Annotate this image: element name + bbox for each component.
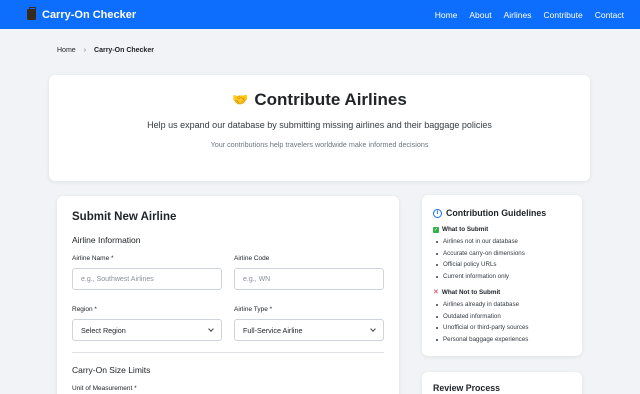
chevron-down-icon xyxy=(370,326,376,332)
airline-code-input[interactable]: e.g., WN xyxy=(234,268,384,290)
list-item: Accurate carry-on dimensions xyxy=(433,248,571,260)
luggage-icon xyxy=(27,7,36,20)
what-not-heading: ✕ What Not to Submit xyxy=(433,288,571,297)
cross-icon: ✕ xyxy=(433,288,439,296)
nav-link-contribute[interactable]: Contribute xyxy=(543,10,582,20)
list-item: Airlines not in our database xyxy=(433,236,571,248)
unit-label: Unit of Measurement * xyxy=(72,385,137,392)
check-icon: ✓ xyxy=(433,226,439,233)
region-label: Region * xyxy=(72,306,97,313)
airline-type-value: Full-Service Airline xyxy=(243,325,303,335)
region-select-value: Select Region xyxy=(81,325,126,335)
info-icon: i xyxy=(433,208,442,218)
hero-card: 🤝 Contribute Airlines Help us expand our… xyxy=(49,75,590,181)
form-title: Submit New Airline xyxy=(72,211,177,223)
navbar: Carry-On Checker Home About Airlines Con… xyxy=(0,0,640,29)
list-item: Outdated information xyxy=(433,311,571,323)
breadcrumb-separator: › xyxy=(83,47,87,54)
section-divider xyxy=(72,352,384,353)
handshake-icon: 🤝 xyxy=(232,92,249,107)
page-title: 🤝 Contribute Airlines xyxy=(49,90,590,110)
brand-link[interactable]: Carry-On Checker xyxy=(27,7,137,21)
list-item: Unofficial or third-party sources xyxy=(433,322,571,334)
list-item: Airlines already in database xyxy=(433,299,571,311)
airline-type-label: Airline Type * xyxy=(234,306,273,313)
nav-link-airlines[interactable]: Airlines xyxy=(504,10,532,20)
review-process-title: Review Process xyxy=(433,383,500,393)
section-size-limits: Carry-On Size Limits xyxy=(72,365,151,375)
airline-type-select[interactable]: Full-Service Airline xyxy=(234,319,384,341)
what-to-submit-label: What to Submit xyxy=(442,226,489,233)
review-process-card: Review Process xyxy=(422,372,582,394)
breadcrumb: Home › Carry-On Checker xyxy=(57,47,154,54)
not-submit-list: Airlines already in database Outdated in… xyxy=(433,299,571,345)
airline-name-input[interactable]: e.g., Southwest Airlines xyxy=(72,268,222,290)
what-not-label: What Not to Submit xyxy=(441,289,501,296)
nav-link-contact[interactable]: Contact xyxy=(595,10,624,20)
hero-subtitle: Help us expand our database by submittin… xyxy=(147,120,492,130)
submit-list: Airlines not in our database Accurate ca… xyxy=(433,236,571,282)
what-to-submit-heading: ✓ What to Submit xyxy=(433,226,571,233)
brand-title: Carry-On Checker xyxy=(42,8,137,21)
guidelines-title-text: Contribution Guidelines xyxy=(446,208,547,218)
guidelines-card: i Contribution Guidelines ✓ What to Subm… xyxy=(422,195,582,356)
page-title-text: Contribute Airlines xyxy=(254,90,407,109)
nav-link-home[interactable]: Home xyxy=(435,10,458,20)
nav-link-about[interactable]: About xyxy=(469,10,491,20)
section-airline-info: Airline Information xyxy=(72,235,141,245)
list-item: Personal baggage experiences xyxy=(433,334,571,346)
hero-note: Your contributions help travelers worldw… xyxy=(210,140,429,149)
chevron-down-icon xyxy=(208,326,214,332)
guidelines-title: i Contribution Guidelines xyxy=(433,208,571,218)
breadcrumb-home[interactable]: Home xyxy=(57,47,76,54)
list-item: Official policy URLs xyxy=(433,259,571,271)
submit-airline-form: Submit New Airline Airline Information A… xyxy=(57,196,399,394)
region-select[interactable]: Select Region xyxy=(72,319,222,341)
nav-links: Home About Airlines Contribute Contact xyxy=(423,10,624,20)
breadcrumb-current: Carry-On Checker xyxy=(94,47,154,54)
list-item: Current information only xyxy=(433,271,571,283)
airline-name-label: Airline Name * xyxy=(72,255,114,262)
airline-code-label: Airline Code xyxy=(234,255,270,262)
